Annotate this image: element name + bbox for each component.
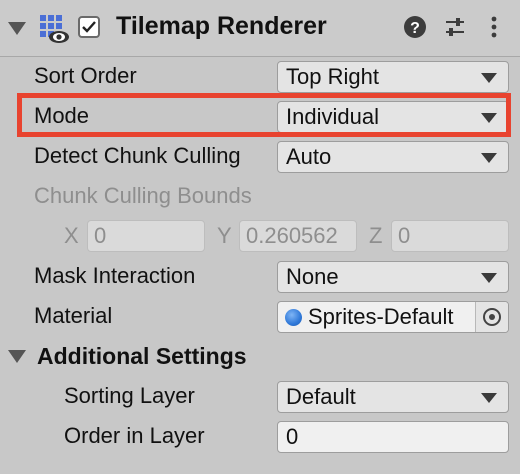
bounds-x-label: X <box>64 223 79 248</box>
mask-interaction-dropdown[interactable]: None <box>277 261 509 293</box>
foldout-arrow-icon[interactable] <box>8 22 26 35</box>
object-picker-button[interactable] <box>475 302 508 332</box>
additional-settings-foldout-icon[interactable] <box>8 350 26 363</box>
bounds-x-value: 0 <box>94 223 107 248</box>
order-in-layer-field[interactable]: 0 <box>277 421 509 453</box>
mode-dropdown[interactable]: Individual <box>277 101 509 133</box>
sorting-layer-label: Sorting Layer <box>64 383 195 408</box>
tilemap-renderer-icon <box>40 15 69 43</box>
order-in-layer-value: 0 <box>286 424 299 449</box>
mode-label: Mode <box>34 103 90 128</box>
dropdown-caret-icon <box>481 393 497 403</box>
sorting-layer-dropdown[interactable]: Default <box>277 381 509 413</box>
material-value: Sprites-Default <box>308 304 454 329</box>
sorting-layer-value: Default <box>286 384 356 409</box>
more-menu-icon[interactable] <box>484 15 504 39</box>
bounds-x-field: 0 <box>87 220 205 252</box>
dropdown-caret-icon <box>481 273 497 283</box>
order-in-layer-label: Order in Layer <box>64 423 205 448</box>
detect-chunk-culling-value: Auto <box>286 144 332 169</box>
bounds-y-label: Y <box>217 223 232 248</box>
dropdown-caret-icon <box>481 113 497 123</box>
help-icon[interactable]: ? <box>403 15 427 39</box>
mask-interaction-label: Mask Interaction <box>34 263 196 288</box>
object-picker-icon <box>483 308 501 326</box>
checkmark-icon <box>82 21 96 33</box>
chunk-culling-bounds-label: Chunk Culling Bounds <box>34 183 252 208</box>
material-label: Material <box>34 303 113 328</box>
mask-interaction-value: None <box>286 264 339 289</box>
sort-order-label: Sort Order <box>34 63 137 88</box>
component-title: Tilemap Renderer <box>116 12 327 40</box>
enabled-checkbox[interactable] <box>78 16 100 38</box>
material-object-field[interactable]: Sprites-Default <box>277 301 509 333</box>
component-header: Tilemap Renderer ? <box>0 0 520 57</box>
detect-chunk-culling-dropdown[interactable]: Auto <box>277 141 509 173</box>
material-asset-icon <box>285 309 302 326</box>
svg-text:?: ? <box>410 20 420 37</box>
sort-order-value: Top Right <box>286 64 379 89</box>
presets-icon[interactable] <box>443 15 467 39</box>
detect-chunk-culling-label: Detect Chunk Culling <box>34 143 241 168</box>
dropdown-caret-icon <box>481 153 497 163</box>
bounds-z-value: 0 <box>398 223 411 248</box>
mode-value: Individual <box>286 104 379 129</box>
bounds-y-value: 0.260562 <box>246 223 338 248</box>
sort-order-dropdown[interactable]: Top Right <box>277 61 509 93</box>
bounds-y-field: 0.260562 <box>239 220 357 252</box>
additional-settings-title[interactable]: Additional Settings <box>37 343 247 370</box>
bounds-z-field: 0 <box>391 220 509 252</box>
dropdown-caret-icon <box>481 73 497 83</box>
bounds-z-label: Z <box>369 223 383 248</box>
